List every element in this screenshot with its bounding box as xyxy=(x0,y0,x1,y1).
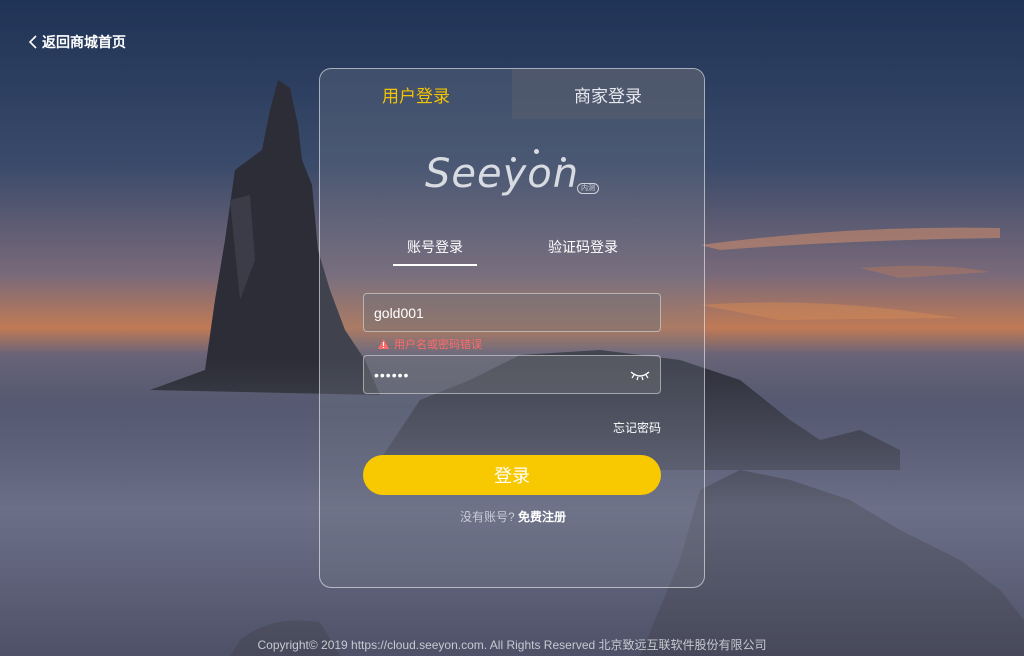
login-button[interactable]: 登录 xyxy=(363,455,661,495)
chevron-left-icon xyxy=(28,35,37,49)
login-error-message: 用户名或密码错误 xyxy=(378,336,482,352)
password-input[interactable] xyxy=(364,356,660,393)
free-register-link[interactable]: 免费注册 xyxy=(518,510,566,524)
tab-account-login[interactable]: 账号登录 xyxy=(393,237,477,266)
register-prompt: 没有账号? 免费注册 xyxy=(320,508,704,525)
beta-badge: 内测 xyxy=(577,183,599,194)
forgot-password-link[interactable]: 忘记密码 xyxy=(613,419,661,436)
footer-copyright: Copyright© 2019 https://cloud.seeyon.com… xyxy=(257,638,767,652)
logo-text: Seeyon xyxy=(425,151,580,197)
error-text: 用户名或密码错误 xyxy=(394,339,482,351)
tab-user-login[interactable]: 用户登录 xyxy=(320,69,512,119)
login-method-tabs: 账号登录 验证码登录 xyxy=(320,237,704,266)
register-prompt-text: 没有账号? xyxy=(459,510,515,524)
back-to-mall-link[interactable]: 返回商城首页 xyxy=(28,32,126,52)
back-link-label: 返回商城首页 xyxy=(42,34,126,50)
login-type-tabs: 用户登录 商家登录 xyxy=(320,69,704,119)
username-input[interactable] xyxy=(364,294,660,331)
login-panel: 用户登录 商家登录 Seeyon 内测 账号登录 验证码登录 用户名或密码错误 xyxy=(319,68,705,588)
password-field-wrapper xyxy=(363,355,661,394)
seeyon-logo: Seeyon 内测 xyxy=(425,149,600,199)
username-field-wrapper xyxy=(363,293,661,332)
eye-closed-icon[interactable] xyxy=(630,369,650,381)
tab-sms-login[interactable]: 验证码登录 xyxy=(548,237,618,257)
warning-icon xyxy=(378,339,389,349)
tab-merchant-login[interactable]: 商家登录 xyxy=(512,69,704,119)
